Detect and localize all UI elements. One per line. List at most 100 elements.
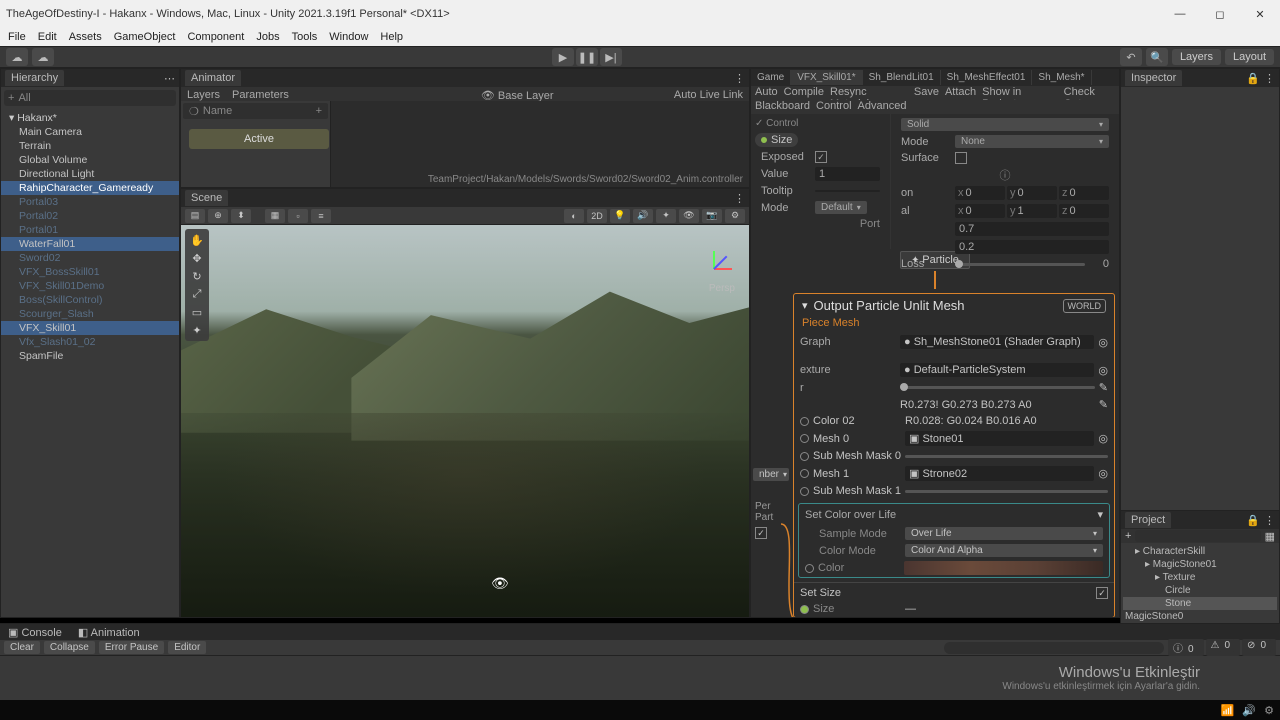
gradient-field[interactable] xyxy=(904,561,1103,575)
hierarchy-item[interactable]: Vfx_Slash01_02 xyxy=(1,335,179,349)
hierarchy-tab[interactable]: Hierarchy xyxy=(5,70,64,86)
size-field[interactable]: — xyxy=(905,603,916,615)
layers-dropdown[interactable]: Layers xyxy=(1172,49,1221,65)
scene-menu-icon[interactable]: ⋮ xyxy=(734,192,745,205)
tool-drawmode[interactable]: ▤ xyxy=(185,209,205,223)
animator-menu-icon[interactable]: ⋮ xyxy=(734,72,745,85)
tool-shading[interactable]: ◐ xyxy=(564,209,584,223)
tab-blendlit[interactable]: Sh_BlendLit01 xyxy=(863,70,941,85)
auto-live-link[interactable]: Auto Live Link xyxy=(674,89,743,99)
project-lock-icon[interactable]: 🔒 xyxy=(1246,514,1260,527)
info-icon[interactable]: ⓘ xyxy=(895,168,1115,182)
mode-dropdown[interactable]: Default xyxy=(815,201,867,214)
tray-icon[interactable]: 🔊 xyxy=(1242,704,1256,717)
tool-local[interactable]: ⬍ xyxy=(231,209,251,223)
hierarchy-search[interactable]: + All xyxy=(4,90,176,106)
mesh1-field[interactable]: ▣ Strone02 xyxy=(905,466,1094,481)
rotate-tool-icon[interactable]: ↻ xyxy=(188,268,206,284)
menu-component[interactable]: Component xyxy=(187,31,244,43)
move-tool-icon[interactable]: ✥ xyxy=(188,250,206,266)
solid-dropdown[interactable]: Solid xyxy=(901,118,1109,131)
field-02[interactable]: 0.2 xyxy=(955,240,1109,254)
maximize-button[interactable]: ◻ xyxy=(1200,0,1240,28)
value-field[interactable]: 1 xyxy=(815,167,880,181)
vfx-attach[interactable]: Attach xyxy=(945,86,976,100)
hierarchy-item[interactable]: VFX_Skill01 xyxy=(1,321,179,335)
hierarchy-item[interactable]: Scourger_Slash xyxy=(1,307,179,321)
console-warn-count[interactable]: ⚠0 xyxy=(1206,639,1241,656)
vfx-showinproject[interactable]: Show in Project xyxy=(982,86,1058,100)
inspector-lock-icon[interactable]: 🔒 xyxy=(1246,72,1260,85)
vfx-advanced[interactable]: Advanced xyxy=(858,100,907,114)
hierarchy-item[interactable]: Boss(SkillControl) xyxy=(1,293,179,307)
tool-audio-icon[interactable]: 🔊 xyxy=(633,209,653,223)
shader-field[interactable]: ● Sh_MeshStone01 (Shader Graph) xyxy=(900,335,1094,349)
scene-tab[interactable]: Scene xyxy=(185,190,228,206)
console-clear[interactable]: Clear xyxy=(4,641,40,654)
account-icon[interactable]: ☁ xyxy=(6,48,28,66)
tray-icon[interactable]: 📶 xyxy=(1221,704,1235,717)
samplemode-dropdown[interactable]: Over Life xyxy=(905,527,1103,540)
animator-state-active[interactable]: Active xyxy=(189,129,329,149)
tab-game[interactable]: Game xyxy=(751,70,791,85)
hierarchy-item[interactable]: Global Volume xyxy=(1,153,179,167)
tab-vfxskill[interactable]: VFX_Skill01* xyxy=(791,70,862,85)
submask1-port[interactable] xyxy=(800,487,809,496)
color1-picker-icon[interactable]: ✎ xyxy=(1099,398,1108,411)
project-add-icon[interactable]: + xyxy=(1125,530,1131,542)
tool-camera-icon[interactable]: 📷 xyxy=(702,209,722,223)
console-editor[interactable]: Editor xyxy=(168,641,206,654)
tool-snap[interactable]: ▫ xyxy=(288,209,308,223)
menu-tools[interactable]: Tools xyxy=(292,31,318,43)
scene-viewport[interactable]: ✋ ✥ ↻ ⤢ ▭ ✦ Persp 👁 xyxy=(181,225,749,617)
texture-field[interactable]: ● Default-ParticleSystem xyxy=(900,363,1094,377)
undo-history-icon[interactable]: ↶ xyxy=(1120,48,1142,66)
menu-edit[interactable]: Edit xyxy=(38,31,57,43)
tool-light-icon[interactable]: 💡 xyxy=(610,209,630,223)
console-errorpause[interactable]: Error Pause xyxy=(99,641,164,654)
vfx-blackboard[interactable]: Blackboard xyxy=(755,100,810,114)
project-item[interactable]: MagicStone0 xyxy=(1123,610,1277,623)
project-view-icon[interactable]: ▦ xyxy=(1265,530,1275,543)
menu-jobs[interactable]: Jobs xyxy=(256,31,279,43)
block-toggle-icon[interactable]: ▾ xyxy=(802,299,808,312)
size-parameter-pill[interactable]: Size xyxy=(755,133,798,147)
project-menu-icon[interactable]: ⋮ xyxy=(1264,514,1275,527)
hierarchy-add-icon[interactable]: ⋯ xyxy=(164,72,175,85)
console-tab[interactable]: ▣ Console xyxy=(0,624,70,641)
project-tab[interactable]: Project xyxy=(1125,512,1171,528)
mesh0-target-icon[interactable]: ◎ xyxy=(1098,432,1108,445)
tooltip-field[interactable] xyxy=(815,190,880,192)
inspector-tab[interactable]: Inspector xyxy=(1125,70,1182,86)
animator-tab[interactable]: Animator xyxy=(185,70,241,86)
animation-tab[interactable]: ◧ Animation xyxy=(70,624,148,641)
perspective-label[interactable]: Persp xyxy=(709,283,735,294)
search-icon[interactable]: 🔍 xyxy=(1146,48,1168,66)
animator-name-field[interactable]: ❍ Name+ xyxy=(183,103,328,119)
hierarchy-item[interactable]: SpamFile xyxy=(1,349,179,363)
menu-window[interactable]: Window xyxy=(329,31,368,43)
hand-tool-icon[interactable]: ✋ xyxy=(188,232,206,248)
minimize-button[interactable]: — xyxy=(1160,0,1200,28)
cloud-icon[interactable]: ☁ xyxy=(32,48,54,66)
vfx-graph-canvas[interactable]: ✓ Control Size Exposed✓ Value1 Tooltip M… xyxy=(751,114,1119,617)
output-particle-block[interactable]: ▾ Output Particle Unlit Mesh WORLD Piece… xyxy=(793,293,1115,617)
menu-gameobject[interactable]: GameObject xyxy=(114,31,176,43)
vfx-compile[interactable]: Compile xyxy=(784,86,824,100)
menu-assets[interactable]: Assets xyxy=(69,31,102,43)
project-item[interactable]: ▸ CharacterSkill xyxy=(1123,545,1277,558)
project-item[interactable]: ▸ Texture xyxy=(1123,571,1277,584)
rect-tool-icon[interactable]: ▭ xyxy=(188,304,206,320)
menu-file[interactable]: File xyxy=(8,31,26,43)
vfx-checkout[interactable]: Check Out xyxy=(1064,86,1115,100)
hierarchy-item[interactable]: Main Camera xyxy=(1,125,179,139)
mesh0-port[interactable] xyxy=(800,434,809,443)
animator-graph[interactable]: TeamProject/Hakan/Models/Swords/Sword02/… xyxy=(331,101,749,187)
hierarchy-item[interactable]: Terrain xyxy=(1,139,179,153)
mesh1-port[interactable] xyxy=(800,469,809,478)
submask1-slider[interactable] xyxy=(905,490,1108,493)
console-info-count[interactable]: ⓘ0 xyxy=(1168,639,1204,656)
animator-parameters[interactable]: Parameters xyxy=(232,89,289,99)
submask0-slider[interactable] xyxy=(905,455,1108,458)
r-slider[interactable] xyxy=(900,386,1095,389)
